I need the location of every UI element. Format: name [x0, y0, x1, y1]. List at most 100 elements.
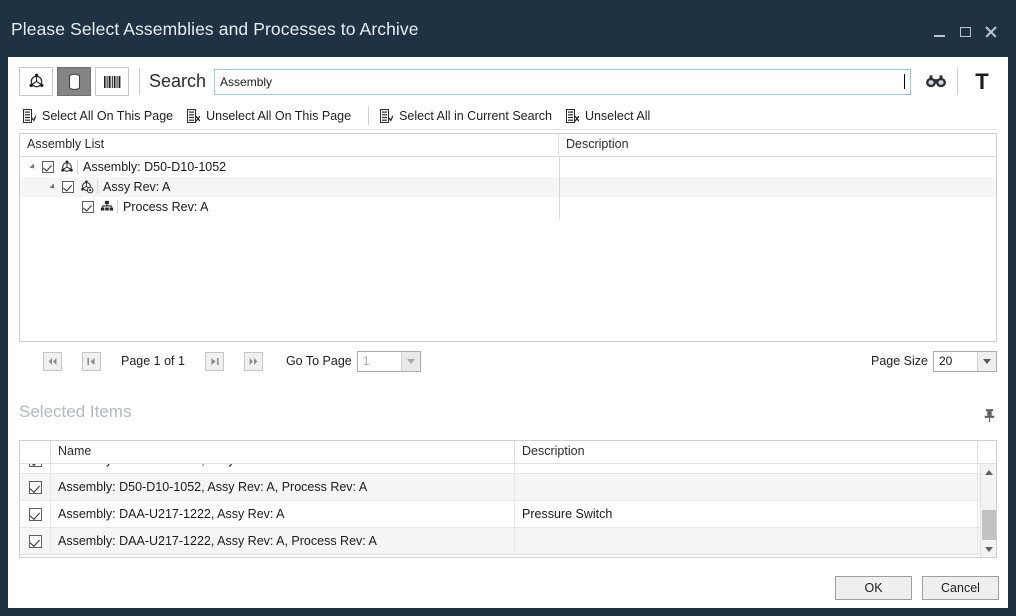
binoculars-search-button[interactable] — [921, 68, 951, 96]
select-all-on-page-label: Select All On This Page — [42, 109, 173, 123]
archive-selection-dialog: Please Select Assemblies and Processes t… — [0, 0, 1016, 616]
scrollbar-thumb[interactable] — [982, 510, 996, 540]
assembly-revision-icon — [78, 180, 95, 195]
column-header-checkbox — [20, 441, 51, 463]
ok-button[interactable]: OK — [835, 576, 912, 600]
assembly-list-grid: Assembly List Description — [19, 133, 997, 342]
tree-row-label: Assembly: D50-D10-1052 — [83, 160, 226, 174]
row-checkbox[interactable] — [29, 508, 42, 521]
assembly-3d-icon — [28, 73, 45, 90]
database-stack-icon — [66, 73, 83, 91]
previous-page-button[interactable] — [82, 352, 101, 371]
text-T-icon: T — [975, 71, 988, 93]
goto-page-select[interactable]: 1 — [357, 351, 421, 372]
row-checkbox[interactable] — [62, 181, 74, 193]
expand-collapse-spacer — [66, 201, 79, 214]
row-checkbox-cell[interactable] — [20, 528, 51, 554]
row-description-cell: Pressure Switch — [515, 501, 978, 527]
table-row[interactable]: Assembly: DAA-U217-1222, Assy Rev: A Pre… — [20, 501, 996, 528]
next-page-button[interactable] — [205, 352, 224, 371]
row-checkbox[interactable] — [29, 464, 42, 467]
page-size-group: Page Size 20 — [871, 347, 997, 375]
page-indicator: Page 1 of 1 — [121, 354, 185, 368]
select-all-on-page-button[interactable]: Select All On This Page — [19, 107, 183, 125]
goto-page-value: 1 — [358, 354, 401, 368]
first-page-button[interactable] — [43, 352, 62, 371]
expand-collapse-icon[interactable] — [46, 181, 59, 194]
row-name-cell: Assembly: DAA-U217-1222, Assy Rev: A, Pr… — [51, 528, 515, 554]
selected-items-scrollbar[interactable] — [980, 464, 996, 557]
search-toolbar: Search T — [19, 61, 997, 102]
assembly-list-header: Assembly List Description — [20, 134, 996, 157]
assembly-3d-icon — [58, 160, 75, 175]
pin-panel-button[interactable] — [980, 406, 998, 424]
select-all-search-icon — [380, 109, 393, 123]
text-mode-button[interactable]: T — [967, 68, 997, 96]
close-icon — [985, 26, 997, 38]
row-checkbox[interactable] — [82, 201, 94, 213]
previous-page-icon — [86, 357, 97, 366]
column-header-description[interactable]: Description — [515, 441, 978, 463]
next-page-icon — [209, 357, 220, 366]
row-name-cell: Assembly: D50-D10-1052, Assy Rev: A, Pro… — [51, 474, 515, 500]
row-checkbox[interactable] — [29, 481, 42, 494]
column-header-description[interactable]: Description — [559, 134, 996, 156]
page-size-value: 20 — [934, 354, 977, 368]
column-header-name[interactable]: Name — [51, 441, 515, 463]
selected-items-body: Assembly: D50-D10-1052, Assy Rev: A Asse… — [20, 464, 996, 558]
tree-row[interactable]: Process Rev: A — [20, 197, 996, 217]
unselect-all-button[interactable]: Unselect All — [562, 107, 660, 125]
scroll-up-icon — [985, 470, 993, 475]
view-assembly-button[interactable] — [19, 67, 53, 96]
row-name-cell: Assembly: D50-D10-1052, Assy Rev: A — [51, 464, 515, 473]
row-icon-divider — [97, 180, 98, 194]
tree-row[interactable]: Assembly: D50-D10-1052 — [20, 157, 996, 177]
row-checkbox-cell[interactable] — [20, 501, 51, 527]
last-page-button[interactable] — [244, 352, 263, 371]
maximize-button[interactable] — [952, 22, 978, 42]
scroll-down-icon — [985, 547, 993, 552]
scroll-up-button[interactable] — [981, 464, 997, 480]
expand-collapse-icon[interactable] — [26, 161, 39, 174]
search-toolbar-right: T — [921, 68, 997, 96]
table-row[interactable]: Assembly: D50-D10-1052, Assy Rev: A, Pro… — [20, 474, 996, 501]
first-page-icon — [47, 357, 58, 366]
unselect-all-icon — [566, 109, 579, 123]
select-actions-underline — [19, 129, 997, 130]
select-all-page-icon — [23, 109, 36, 123]
tree-row[interactable]: Assy Rev: A — [20, 177, 996, 197]
unselect-all-on-page-button[interactable]: Unselect All On This Page — [183, 107, 361, 125]
row-checkbox-cell[interactable] — [20, 464, 51, 473]
row-checkbox[interactable] — [42, 161, 54, 173]
page-size-select[interactable]: 20 — [933, 351, 997, 372]
search-label: Search — [149, 71, 206, 92]
select-all-in-search-button[interactable]: Select All in Current Search — [376, 107, 562, 125]
pagination-bar: Page 1 of 1 Go To Page 1 Page Size — [19, 347, 997, 375]
text-caret — [904, 74, 905, 89]
tree-row-label: Process Rev: A — [123, 200, 208, 214]
minimize-icon — [934, 35, 945, 37]
scroll-down-button[interactable] — [981, 541, 997, 557]
column-header-extra — [978, 441, 996, 463]
window-title: Please Select Assemblies and Processes t… — [11, 19, 419, 40]
window-controls — [926, 22, 1004, 42]
select-actions-bar: Select All On This Page Unselect All On … — [19, 102, 997, 129]
row-checkbox-cell[interactable] — [20, 474, 51, 500]
last-page-icon — [248, 357, 259, 366]
process-hierarchy-icon — [98, 200, 115, 215]
column-header-assembly-list[interactable]: Assembly List — [20, 134, 559, 156]
pushpin-icon — [983, 408, 996, 423]
view-database-button[interactable] — [57, 67, 91, 96]
unselect-all-on-page-label: Unselect All On This Page — [206, 109, 351, 123]
cancel-button[interactable]: Cancel — [922, 576, 999, 600]
minimize-button[interactable] — [926, 22, 952, 42]
table-row[interactable]: Assembly: D50-D10-1052, Assy Rev: A — [20, 464, 996, 474]
table-row[interactable]: Assembly: DAA-U217-1222, Assy Rev: A, Pr… — [20, 528, 996, 555]
barcode-icon — [103, 75, 122, 89]
row-description-cell — [515, 528, 978, 554]
search-input[interactable] — [214, 69, 911, 95]
close-button[interactable] — [978, 22, 1004, 42]
view-barcode-button[interactable] — [95, 67, 129, 96]
toolbar-divider — [139, 68, 140, 95]
row-checkbox[interactable] — [29, 535, 42, 548]
